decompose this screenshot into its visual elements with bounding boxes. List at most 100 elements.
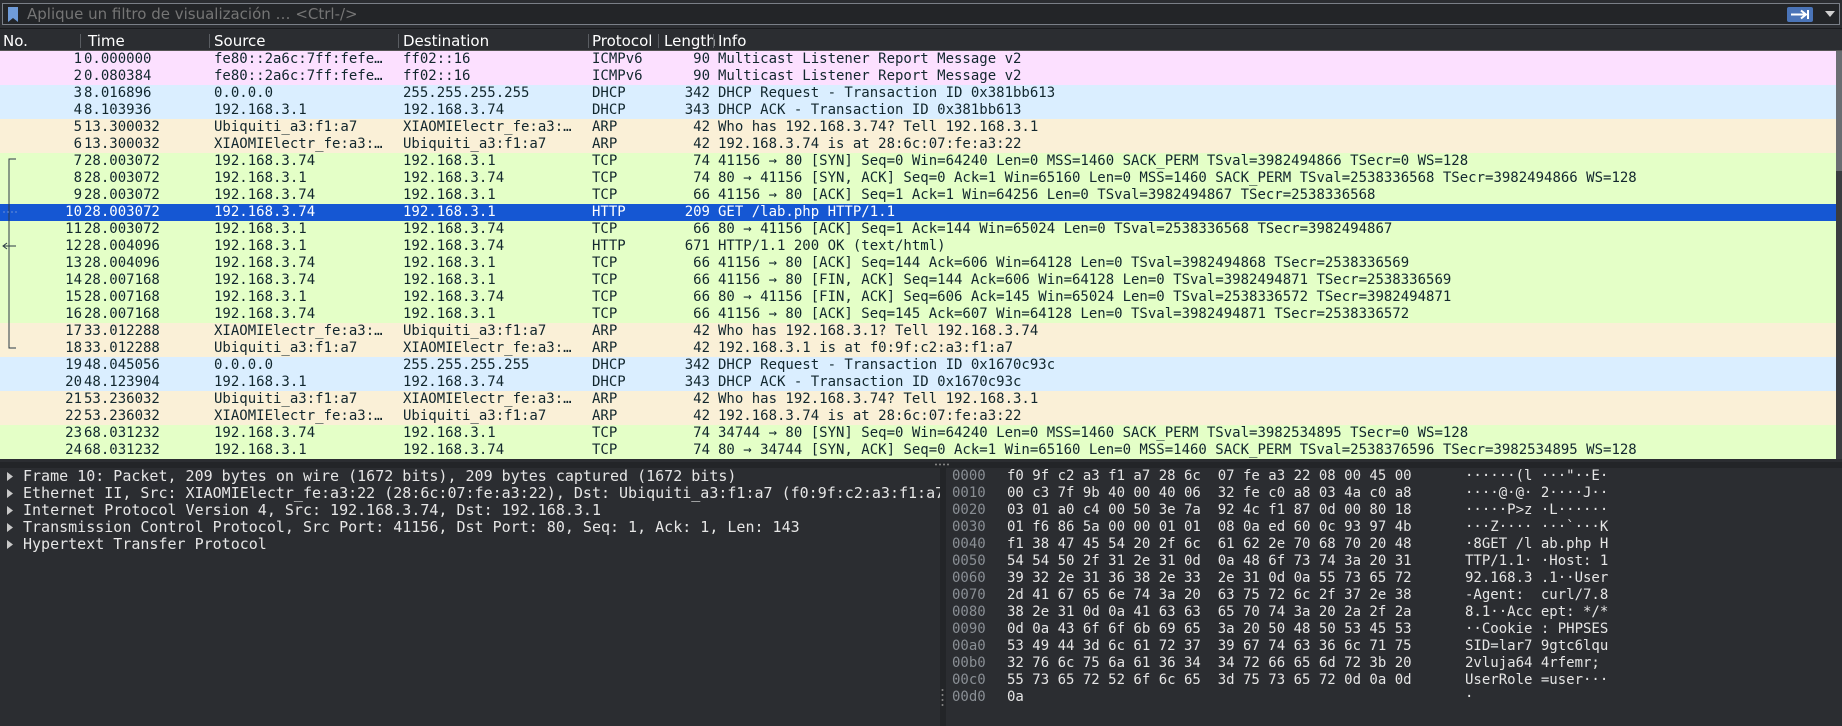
packet-info: HTTP/1.1 200 OK (text/html) bbox=[718, 238, 946, 254]
packet-row[interactable]: 14 28.007168 192.168.3.74 192.168.3.1 TCP 66 4… bbox=[0, 272, 1836, 289]
packet-info: 41156 → 80 [ACK] Seq=1 Ack=1 Win=64256 L… bbox=[718, 187, 1376, 203]
hex-bytes: 0a bbox=[1007, 689, 1024, 705]
expand-arrow-icon[interactable] bbox=[7, 540, 13, 549]
detail-tree-label: Transmission Control Protocol, Src Port:… bbox=[23, 518, 800, 536]
packet-row[interactable]: 1 0.000000 fe80::2a6c:7ff:fefe… ff02::16 ICM… bbox=[0, 51, 1836, 68]
packet-destination: 192.168.3.74 bbox=[403, 221, 505, 237]
packet-source: Ubiquiti_a3:f1:a7 bbox=[214, 340, 358, 356]
column-header-source[interactable]: Source bbox=[214, 32, 266, 50]
packet-row[interactable]: 20 48.123904 192.168.3.1 192.168.3.74 DHCP 34… bbox=[0, 374, 1836, 391]
packet-number: 11 bbox=[65, 221, 82, 237]
packet-protocol: TCP bbox=[592, 153, 618, 169]
hex-dump-row[interactable]: 00d0 0a · bbox=[946, 689, 1842, 706]
packet-row[interactable]: 8 28.003072 192.168.3.1 192.168.3.74 TCP 74 80… bbox=[0, 170, 1836, 187]
packet-list-header: No. Time Source Destination Protocol Len… bbox=[0, 32, 1842, 51]
column-header-no[interactable]: No. bbox=[3, 32, 28, 50]
detail-tree-item[interactable]: Internet Protocol Version 4, Src: 192.16… bbox=[0, 502, 940, 519]
packet-row[interactable]: 6 13.300032 XIAOMIElectr_fe:a3:… Ubiquiti_a… bbox=[0, 136, 1836, 153]
packet-row[interactable]: 3 8.016896 0.0.0.0 255.255.255.255 DHCP 342 DH… bbox=[0, 85, 1836, 102]
hex-bytes: 01 f6 86 5a 00 00 01 01 08 0a ed 60 0c 9… bbox=[1007, 519, 1412, 535]
packet-row[interactable]: 18 33.012288 Ubiquiti_a3:f1:a7 XIAOMIElectr… bbox=[0, 340, 1836, 357]
packet-details-tree: Frame 10: Packet, 209 bytes on wire (167… bbox=[0, 468, 940, 726]
packet-protocol: ICMPv6 bbox=[592, 51, 643, 67]
packet-row[interactable]: 22 53.236032 XIAOMIElectr_fe:a3:… Ubiquiti_… bbox=[0, 408, 1836, 425]
packet-length: 66 bbox=[693, 272, 710, 288]
column-header-info[interactable]: Info bbox=[718, 32, 746, 50]
hex-dump-row[interactable]: 0060 39 32 2e 31 36 38 2e 33 2e 31 0d 0a … bbox=[946, 570, 1842, 587]
packet-row[interactable]: 13 28.004096 192.168.3.74 192.168.3.1 TCP 66 4… bbox=[0, 255, 1836, 272]
packet-protocol: TCP bbox=[592, 306, 618, 322]
packet-time: 28.007168 bbox=[84, 306, 160, 322]
apply-filter-button[interactable] bbox=[1787, 7, 1813, 22]
packet-row[interactable]: 17 33.012288 XIAOMIElectr_fe:a3:… Ubiquiti_… bbox=[0, 323, 1836, 340]
bookmark-icon[interactable] bbox=[7, 7, 19, 22]
packet-rows: 1 0.000000 fe80::2a6c:7ff:fefe… ff02::16 ICM… bbox=[0, 51, 1836, 459]
ascii-bytes: -Agent: curl/7.8 bbox=[1465, 587, 1609, 603]
display-filter-input[interactable] bbox=[27, 5, 1787, 23]
packet-time: 53.236032 bbox=[84, 391, 160, 407]
detail-tree-item[interactable]: Ethernet II, Src: XIAOMIElectr_fe:a3:22 … bbox=[0, 485, 940, 502]
packet-row[interactable]: 23 68.031232 192.168.3.74 192.168.3.1 TCP 74 3… bbox=[0, 425, 1836, 442]
packet-row[interactable]: 4 8.103936 192.168.3.1 192.168.3.74 DHCP 343 D… bbox=[0, 102, 1836, 119]
packet-list-vertical-scrollbar[interactable] bbox=[1836, 51, 1842, 459]
packet-length: 66 bbox=[693, 289, 710, 305]
packet-row[interactable]: 5 13.300032 Ubiquiti_a3:f1:a7 XIAOMIElectr_… bbox=[0, 119, 1836, 136]
packet-time: 8.103936 bbox=[84, 102, 152, 118]
packet-time: 28.003072 bbox=[84, 221, 160, 237]
hex-dump-row[interactable]: 0090 0d 0a 43 6f 6f 6b 69 65 3a 20 50 48 … bbox=[946, 621, 1842, 638]
packet-row[interactable]: 2 0.080384 fe80::2a6c:7ff:fefe… ff02::16 ICM… bbox=[0, 68, 1836, 85]
packet-row[interactable]: 15 28.007168 192.168.3.1 192.168.3.74 TCP 66 8… bbox=[0, 289, 1836, 306]
packet-length: 42 bbox=[693, 391, 710, 407]
hex-dump-row[interactable]: 00c0 55 73 65 72 52 6f 6c 65 3d 75 73 65 … bbox=[946, 672, 1842, 689]
hex-dump-row[interactable]: 00a0 53 49 44 3d 6c 61 72 37 39 67 74 63 … bbox=[946, 638, 1842, 655]
packet-row[interactable]: 12 28.004096 192.168.3.1 192.168.3.74 HTTP 67… bbox=[0, 238, 1836, 255]
ascii-bytes: TTP/1.1· ·Host: 1 bbox=[1465, 553, 1609, 569]
packet-destination: XIAOMIElectr_fe:a3:… bbox=[403, 391, 572, 407]
hex-dump-row[interactable]: 0050 54 54 50 2f 31 2e 31 0d 0a 48 6f 73 … bbox=[946, 553, 1842, 570]
hex-dump-row[interactable]: 00b0 32 76 6c 75 6a 61 36 34 34 72 66 65 … bbox=[946, 655, 1842, 672]
packet-row[interactable]: 24 68.031232 192.168.3.1 192.168.3.74 TCP 74 8… bbox=[0, 442, 1836, 459]
detail-tree-item[interactable]: Transmission Control Protocol, Src Port:… bbox=[0, 519, 940, 536]
hex-offset: 0080 bbox=[952, 604, 986, 620]
packet-destination: 192.168.3.74 bbox=[403, 238, 505, 254]
packet-number: 12 bbox=[65, 238, 82, 254]
column-header-protocol[interactable]: Protocol bbox=[592, 32, 652, 50]
hex-dump-row[interactable]: 0000 f0 9f c2 a3 f1 a7 28 6c 07 fe a3 22 … bbox=[946, 468, 1842, 485]
hex-dump-row[interactable]: 0040 f1 38 47 45 54 20 2f 6c 61 62 2e 70 … bbox=[946, 536, 1842, 553]
packet-row[interactable]: 11 28.003072 192.168.3.1 192.168.3.74 TCP 66 8… bbox=[0, 221, 1836, 238]
packet-destination: 192.168.3.1 bbox=[403, 425, 496, 441]
detail-tree-item[interactable]: Frame 10: Packet, 209 bytes on wire (167… bbox=[0, 468, 940, 485]
hex-dump-row[interactable]: 0010 00 c3 7f 9b 40 00 40 06 32 fe c0 a8 … bbox=[946, 485, 1842, 502]
packet-row[interactable]: 10 28.003072 192.168.3.74 192.168.3.1 HTTP 20… bbox=[0, 204, 1836, 221]
packet-row[interactable]: 16 28.007168 192.168.3.74 192.168.3.1 TCP 66 4… bbox=[0, 306, 1836, 323]
packet-protocol: TCP bbox=[592, 442, 618, 458]
column-header-time[interactable]: Time bbox=[88, 32, 125, 50]
column-header-length[interactable]: Length bbox=[664, 32, 716, 50]
packet-info: 192.168.3.74 is at 28:6c:07:fe:a3:22 bbox=[718, 408, 1022, 424]
hex-dump-row[interactable]: 0030 01 f6 86 5a 00 00 01 01 08 0a ed 60 … bbox=[946, 519, 1842, 536]
hex-dump-row[interactable]: 0070 2d 41 67 65 6e 74 3a 20 63 75 72 6c … bbox=[946, 587, 1842, 604]
packet-source: 192.168.3.74 bbox=[214, 255, 316, 271]
column-header-destination[interactable]: Destination bbox=[403, 32, 489, 50]
hex-dump-row[interactable]: 0020 03 01 a0 c4 00 50 3e 7a 92 4c f1 87 … bbox=[946, 502, 1842, 519]
packet-row[interactable]: 21 53.236032 Ubiquiti_a3:f1:a7 XIAOMIElectr… bbox=[0, 391, 1836, 408]
expand-arrow-icon[interactable] bbox=[7, 506, 13, 515]
packet-source: 192.168.3.74 bbox=[214, 425, 316, 441]
packet-number: 18 bbox=[65, 340, 82, 356]
expand-arrow-icon[interactable] bbox=[7, 489, 13, 498]
packet-length: 74 bbox=[693, 153, 710, 169]
expand-arrow-icon[interactable] bbox=[7, 472, 13, 481]
packet-row[interactable]: 7 28.003072 192.168.3.74 192.168.3.1 TCP 74 41… bbox=[0, 153, 1836, 170]
packet-time: 28.004096 bbox=[84, 238, 160, 254]
detail-tree-item[interactable]: Hypertext Transfer Protocol bbox=[0, 536, 940, 553]
display-filter-box[interactable] bbox=[2, 3, 1840, 25]
packet-number: 22 bbox=[65, 408, 82, 424]
packet-time: 33.012288 bbox=[84, 340, 160, 356]
packet-row[interactable]: 9 28.003072 192.168.3.74 192.168.3.1 TCP 66 41… bbox=[0, 187, 1836, 204]
expand-arrow-icon[interactable] bbox=[7, 523, 13, 532]
chevron-down-icon[interactable] bbox=[1825, 10, 1835, 18]
packet-row[interactable]: 19 48.045056 0.0.0.0 255.255.255.255 DHCP 342… bbox=[0, 357, 1836, 374]
ascii-bytes: ····@·@· 2····J·· bbox=[1465, 485, 1609, 501]
scrollbar-thumb[interactable] bbox=[1836, 51, 1842, 171]
hex-dump-row[interactable]: 0080 38 2e 31 0d 0a 41 63 63 65 70 74 3a … bbox=[946, 604, 1842, 621]
